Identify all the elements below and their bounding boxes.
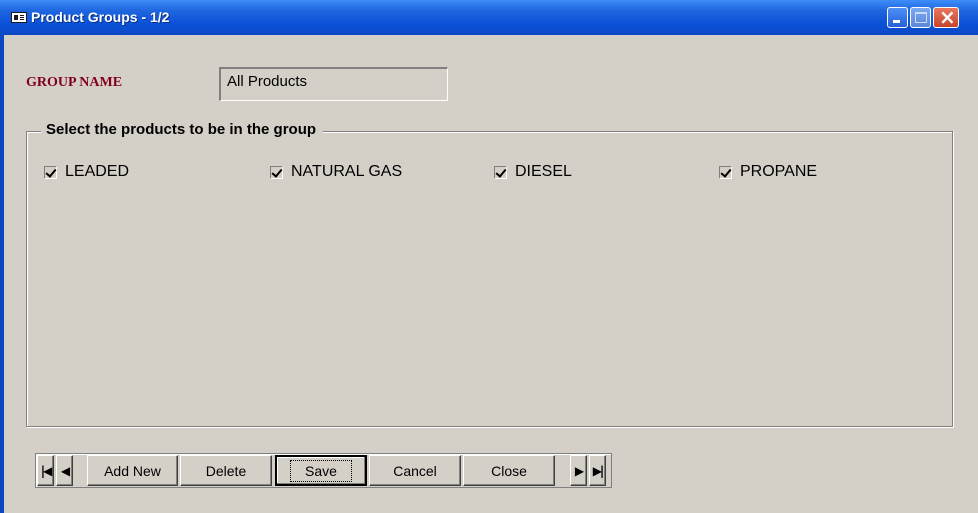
group-name-label: GROUP NAME: [26, 75, 123, 90]
first-record-icon: |◀: [40, 463, 53, 478]
product-label: LEADED: [65, 163, 130, 180]
maximize-icon: [915, 12, 927, 23]
close-icon: ×: [939, 5, 956, 29]
group-name-input[interactable]: All Products: [219, 67, 448, 101]
product-label: DIESEL: [515, 163, 572, 180]
previous-record-button[interactable]: ◀: [56, 455, 73, 486]
form-icon: [11, 12, 27, 23]
first-record-button[interactable]: |◀: [37, 455, 54, 486]
product-checkbox-leaded[interactable]: LEADED: [44, 163, 129, 181]
cancel-label: Cancel: [393, 462, 437, 479]
delete-label: Delete: [205, 462, 247, 479]
close-label: Close: [491, 462, 527, 479]
cancel-button[interactable]: Cancel: [369, 455, 461, 486]
next-record-icon: ▶: [574, 463, 584, 478]
last-record-button[interactable]: ▶|: [589, 455, 606, 486]
delete-button[interactable]: Delete: [180, 455, 272, 486]
close-button[interactable]: Close: [463, 455, 555, 486]
checkbox-checked-icon[interactable]: [44, 165, 57, 179]
product-groups-window: Product Groups - 1/2 × GROUP NAME All Pr…: [0, 0, 978, 513]
product-checkbox-diesel[interactable]: DIESEL: [494, 163, 572, 181]
product-label: NATURAL GAS: [291, 163, 403, 180]
window-frame: [0, 35, 4, 513]
product-checkbox-natural-gas[interactable]: NATURAL GAS: [270, 163, 402, 181]
last-record-icon: ▶|: [592, 463, 605, 478]
close-window-button[interactable]: ×: [933, 5, 959, 29]
checkbox-checked-icon[interactable]: [719, 165, 732, 179]
product-checkbox-propane[interactable]: PROPANE: [719, 163, 817, 181]
next-record-button[interactable]: ▶: [570, 455, 587, 486]
previous-record-icon: ◀: [60, 463, 70, 478]
minimize-button[interactable]: [887, 7, 908, 28]
checkbox-checked-icon[interactable]: [270, 165, 283, 179]
add-new-label: Add New: [104, 462, 161, 479]
title-bar[interactable]: Product Groups - 1/2 ×: [0, 0, 978, 35]
minimize-icon: [893, 20, 900, 23]
products-groupbox-legend: Select the products to be in the group: [41, 121, 324, 138]
add-new-button[interactable]: Add New: [87, 455, 178, 486]
maximize-button[interactable]: [910, 7, 931, 28]
product-label: PROPANE: [740, 163, 818, 180]
window-title: Product Groups - 1/2: [31, 9, 170, 25]
checkbox-checked-icon[interactable]: [494, 165, 507, 179]
save-button[interactable]: Save: [275, 455, 367, 486]
save-label: Save: [290, 459, 352, 482]
